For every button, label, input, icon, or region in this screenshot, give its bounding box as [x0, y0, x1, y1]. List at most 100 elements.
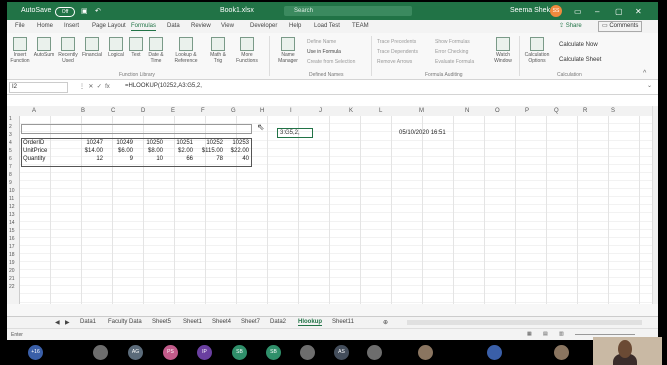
evaluate-formula-button[interactable]: Evaluate Formula [435, 59, 474, 65]
column-header[interactable]: P [525, 108, 529, 114]
tab-home[interactable]: Home [37, 23, 53, 29]
table-cell[interactable]: $8.00 [137, 147, 163, 155]
column-header[interactable]: M [419, 108, 424, 114]
save-icon[interactable]: ▣ [81, 7, 88, 15]
participant-avatar[interactable] [367, 345, 382, 360]
tab-page-layout[interactable]: Page Layout [92, 23, 126, 29]
column-header[interactable]: A [32, 108, 36, 114]
tab-view[interactable]: View [221, 23, 234, 29]
normal-view-icon[interactable]: ▦ [527, 331, 532, 337]
sheet-tab[interactable]: Sheet11 [332, 319, 354, 325]
trace-precedents-button[interactable]: Trace Precedents [377, 39, 416, 45]
column-header[interactable]: I [290, 108, 292, 114]
column-header[interactable]: G [231, 108, 236, 114]
zoom-slider[interactable] [575, 334, 635, 335]
participant-avatar[interactable]: PS [163, 345, 178, 360]
row-header[interactable]: 8 [9, 172, 12, 178]
row-header[interactable]: 19 [9, 260, 15, 266]
row-header[interactable]: 4 [9, 140, 12, 146]
add-sheet-icon[interactable]: ⊕ [383, 319, 388, 326]
column-header[interactable]: J [319, 108, 322, 114]
table-cell[interactable]: $115.00 [193, 147, 223, 155]
fx-icon[interactable]: fx [105, 84, 110, 90]
undo-icon[interactable]: ↶ [95, 7, 101, 15]
participant-avatar[interactable]: SB [232, 345, 247, 360]
row-header[interactable]: 10 [9, 188, 15, 194]
table-row-header[interactable]: UnitPrice [23, 147, 47, 155]
table-cell[interactable]: 10253 [223, 139, 249, 147]
sheet-nav-prev-icon[interactable]: ◀ [55, 319, 60, 326]
autosave-toggle[interactable]: Off [55, 7, 75, 17]
cancel-icon[interactable]: ✕ [88, 84, 93, 90]
participant-avatar[interactable] [93, 345, 108, 360]
sheet-tab[interactable]: Sheet1 [183, 319, 202, 325]
date-cell[interactable]: 05/10/2020 16:51 [399, 129, 446, 137]
column-header[interactable]: B [81, 108, 85, 114]
formula-input[interactable]: =HLOOKUP(10252,A3:G5,2, [125, 83, 202, 89]
row-header[interactable]: 9 [9, 180, 12, 186]
enter-icon[interactable]: ✓ [97, 84, 102, 90]
column-header[interactable]: N [465, 108, 469, 114]
more-icon[interactable]: ⋮ [79, 84, 85, 90]
participant-avatar[interactable]: IP [197, 345, 212, 360]
row-header[interactable]: 6 [9, 156, 12, 162]
error-checking-button[interactable]: Error Checking [435, 49, 468, 55]
table-cell[interactable]: $2.00 [167, 147, 193, 155]
insert-function-button[interactable]: Insert Function [9, 37, 31, 64]
column-header[interactable]: O [495, 108, 500, 114]
more-functions-button[interactable]: More Functions [233, 37, 261, 64]
create-from-selection-button[interactable]: Create from Selection [307, 59, 355, 65]
column-header[interactable]: S [611, 108, 615, 114]
participant-avatar[interactable] [300, 345, 315, 360]
row-header[interactable]: 2 [9, 124, 12, 130]
table-cell[interactable]: 10250 [137, 139, 163, 147]
tab-team[interactable]: TEAM [352, 23, 369, 29]
user-avatar[interactable]: SS [550, 5, 562, 17]
merged-header-cell[interactable] [21, 124, 252, 134]
row-header[interactable]: 14 [9, 220, 15, 226]
lookup-reference-button[interactable]: Lookup & Reference [171, 37, 201, 64]
define-name-button[interactable]: Define Name [307, 39, 336, 45]
sheet-nav-next-icon[interactable]: ▶ [65, 319, 70, 326]
tab-load-test[interactable]: Load Test [314, 23, 340, 29]
table-cell[interactable]: 10252 [197, 139, 223, 147]
sheet-tab[interactable]: Faculty Data [108, 319, 142, 325]
logical-button[interactable]: Logical [105, 37, 127, 58]
row-header[interactable]: 11 [9, 196, 14, 202]
row-header[interactable]: 3 [9, 132, 12, 138]
text-button[interactable]: Text [125, 37, 147, 58]
tab-help[interactable]: Help [289, 23, 301, 29]
table-cell[interactable]: $14.00 [77, 147, 103, 155]
participant-avatar[interactable]: +16 [28, 345, 43, 360]
tab-data[interactable]: Data [167, 23, 180, 29]
table-cell[interactable]: 10251 [167, 139, 193, 147]
name-box[interactable]: I2 [9, 82, 68, 93]
remove-arrows-button[interactable]: Remove Arrows [377, 59, 412, 65]
calculate-now-button[interactable]: Calculate Now [559, 42, 598, 48]
page-break-view-icon[interactable]: ▥ [559, 331, 564, 337]
minimize-icon[interactable]: – [595, 7, 599, 16]
participant-avatar[interactable] [487, 345, 502, 360]
comments-button[interactable]: ▭ Comments [598, 21, 643, 32]
sheet-tab[interactable]: Sheet4 [212, 319, 231, 325]
use-in-formula-button[interactable]: Use in Formula [307, 49, 341, 55]
trace-dependents-button[interactable]: Trace Dependents [377, 49, 418, 55]
table-row-header[interactable]: Quantity [23, 155, 45, 163]
table-row-header[interactable]: OrderID [23, 139, 44, 147]
participant-avatar[interactable]: AG [128, 345, 143, 360]
participant-avatar[interactable]: SB [266, 345, 281, 360]
recently-used-button[interactable]: Recently Used [57, 37, 79, 64]
name-manager-button[interactable]: Name Manager [275, 37, 301, 64]
ribbon-display-icon[interactable]: ▭ [574, 7, 582, 16]
expand-formula-icon[interactable]: ⌄ [647, 82, 652, 89]
table-cell[interactable]: $6.00 [107, 147, 133, 155]
share-button[interactable]: ⇪ Share [559, 22, 582, 29]
row-header[interactable]: 22 [9, 284, 15, 290]
column-header[interactable]: K [349, 108, 353, 114]
table-cell[interactable]: $22.00 [223, 147, 249, 155]
column-header[interactable]: H [260, 108, 264, 114]
tab-developer[interactable]: Developer [250, 23, 277, 29]
participant-avatar[interactable] [418, 345, 433, 360]
vertical-scrollbar[interactable] [652, 106, 658, 304]
row-header[interactable]: 7 [9, 164, 12, 170]
